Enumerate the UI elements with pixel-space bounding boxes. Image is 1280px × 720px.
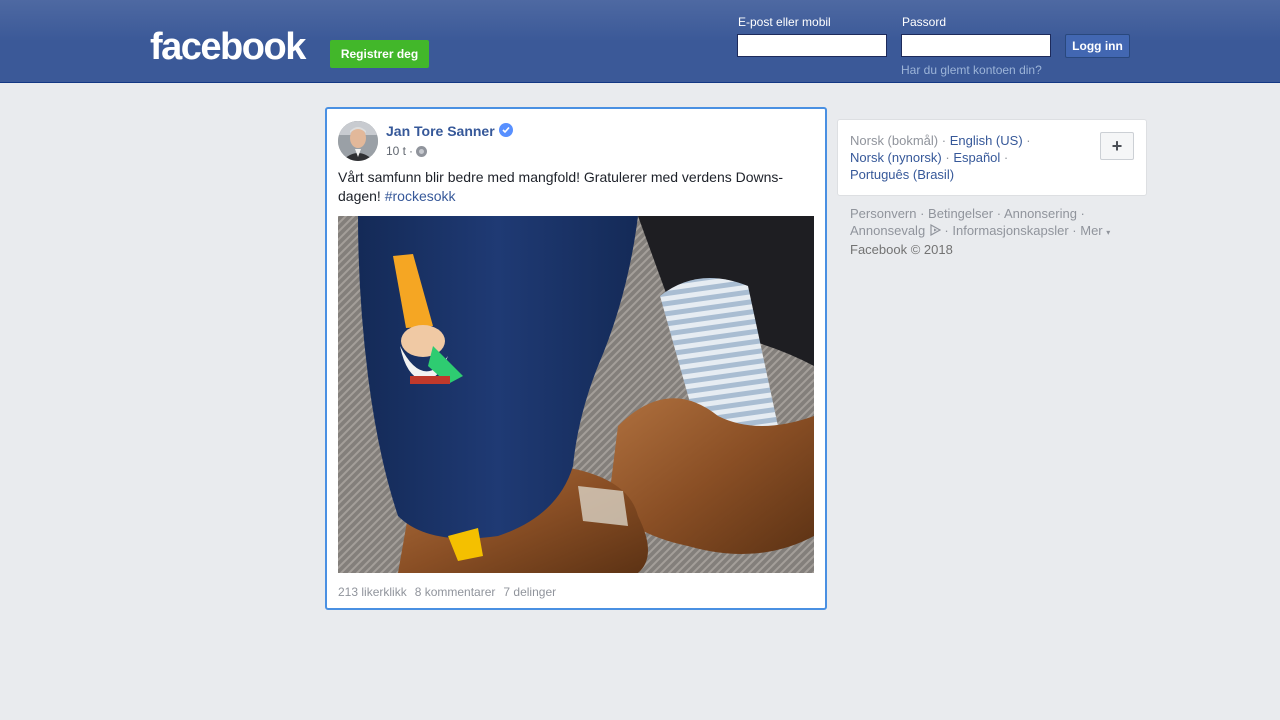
- shares-count[interactable]: 7 delinger: [503, 585, 556, 599]
- caret-down-icon: ▾: [1106, 228, 1111, 237]
- footer-link-annonsevalg[interactable]: Annonsevalg: [850, 223, 925, 238]
- password-label: Passord: [902, 15, 947, 29]
- register-button[interactable]: Registrer deg: [330, 40, 429, 68]
- author-name[interactable]: Jan Tore Sanner: [386, 123, 495, 139]
- post-meta: 10 t ·: [386, 144, 428, 158]
- globe-icon[interactable]: [416, 145, 428, 157]
- language-list: Norsk (bokmål) · English (US) · Norsk (n…: [850, 133, 1031, 182]
- post-timestamp[interactable]: 10 t: [386, 144, 406, 158]
- language-english-us[interactable]: English (US): [950, 133, 1023, 148]
- language-selector: Norsk (bokmål) · English (US) · Norsk (n…: [837, 119, 1147, 196]
- plus-icon: +: [1111, 135, 1123, 156]
- email-field[interactable]: [737, 34, 887, 57]
- footer: Personvern · Betingelser · Annonsering ·…: [850, 206, 1111, 257]
- top-bar: facebook Registrer deg E-post eller mobi…: [0, 0, 1280, 83]
- meta-separator: ·: [409, 144, 414, 158]
- post-photo[interactable]: [338, 216, 814, 573]
- post-stats: 213 likerklikk 8 kommentarer 7 delinger: [338, 585, 556, 599]
- facebook-logo[interactable]: facebook: [150, 26, 306, 68]
- post-card: Jan Tore Sanner 10 t · Vårt samfunn blir…: [325, 107, 827, 610]
- comments-count[interactable]: 8 kommentarer: [415, 585, 496, 599]
- footer-more-label: Mer: [1080, 223, 1103, 238]
- author-avatar[interactable]: [338, 121, 378, 161]
- footer-link-betingelser[interactable]: Betingelser: [928, 206, 993, 221]
- login-button[interactable]: Logg inn: [1065, 34, 1130, 58]
- language-portugues-brasil[interactable]: Português (Brasil): [850, 167, 954, 182]
- footer-link-informasjonskapsler[interactable]: Informasjonskapsler: [952, 223, 1068, 238]
- footer-link-annonsering[interactable]: Annonsering: [1004, 206, 1077, 221]
- post-body: Vårt samfunn blir bedre med mangfold! Gr…: [338, 168, 808, 206]
- email-label: E-post eller mobil: [738, 15, 831, 29]
- verified-badge-icon: [499, 123, 513, 137]
- more-languages-button[interactable]: +: [1100, 132, 1134, 160]
- forgot-account-link[interactable]: Har du glemt kontoen din?: [901, 63, 1042, 77]
- adchoices-icon: [929, 223, 942, 240]
- language-norsk-nynorsk[interactable]: Norsk (nynorsk): [850, 150, 942, 165]
- footer-link-mer[interactable]: Mer ▾: [1080, 223, 1110, 238]
- likes-count[interactable]: 213 likerklikk: [338, 585, 407, 599]
- language-espanol[interactable]: Español: [953, 150, 1000, 165]
- footer-link-personvern[interactable]: Personvern: [850, 206, 916, 221]
- copyright: Facebook © 2018: [850, 242, 953, 257]
- password-field[interactable]: [901, 34, 1051, 57]
- hashtag-link[interactable]: #rockesokk: [385, 188, 456, 204]
- current-language: Norsk (bokmål): [850, 133, 939, 148]
